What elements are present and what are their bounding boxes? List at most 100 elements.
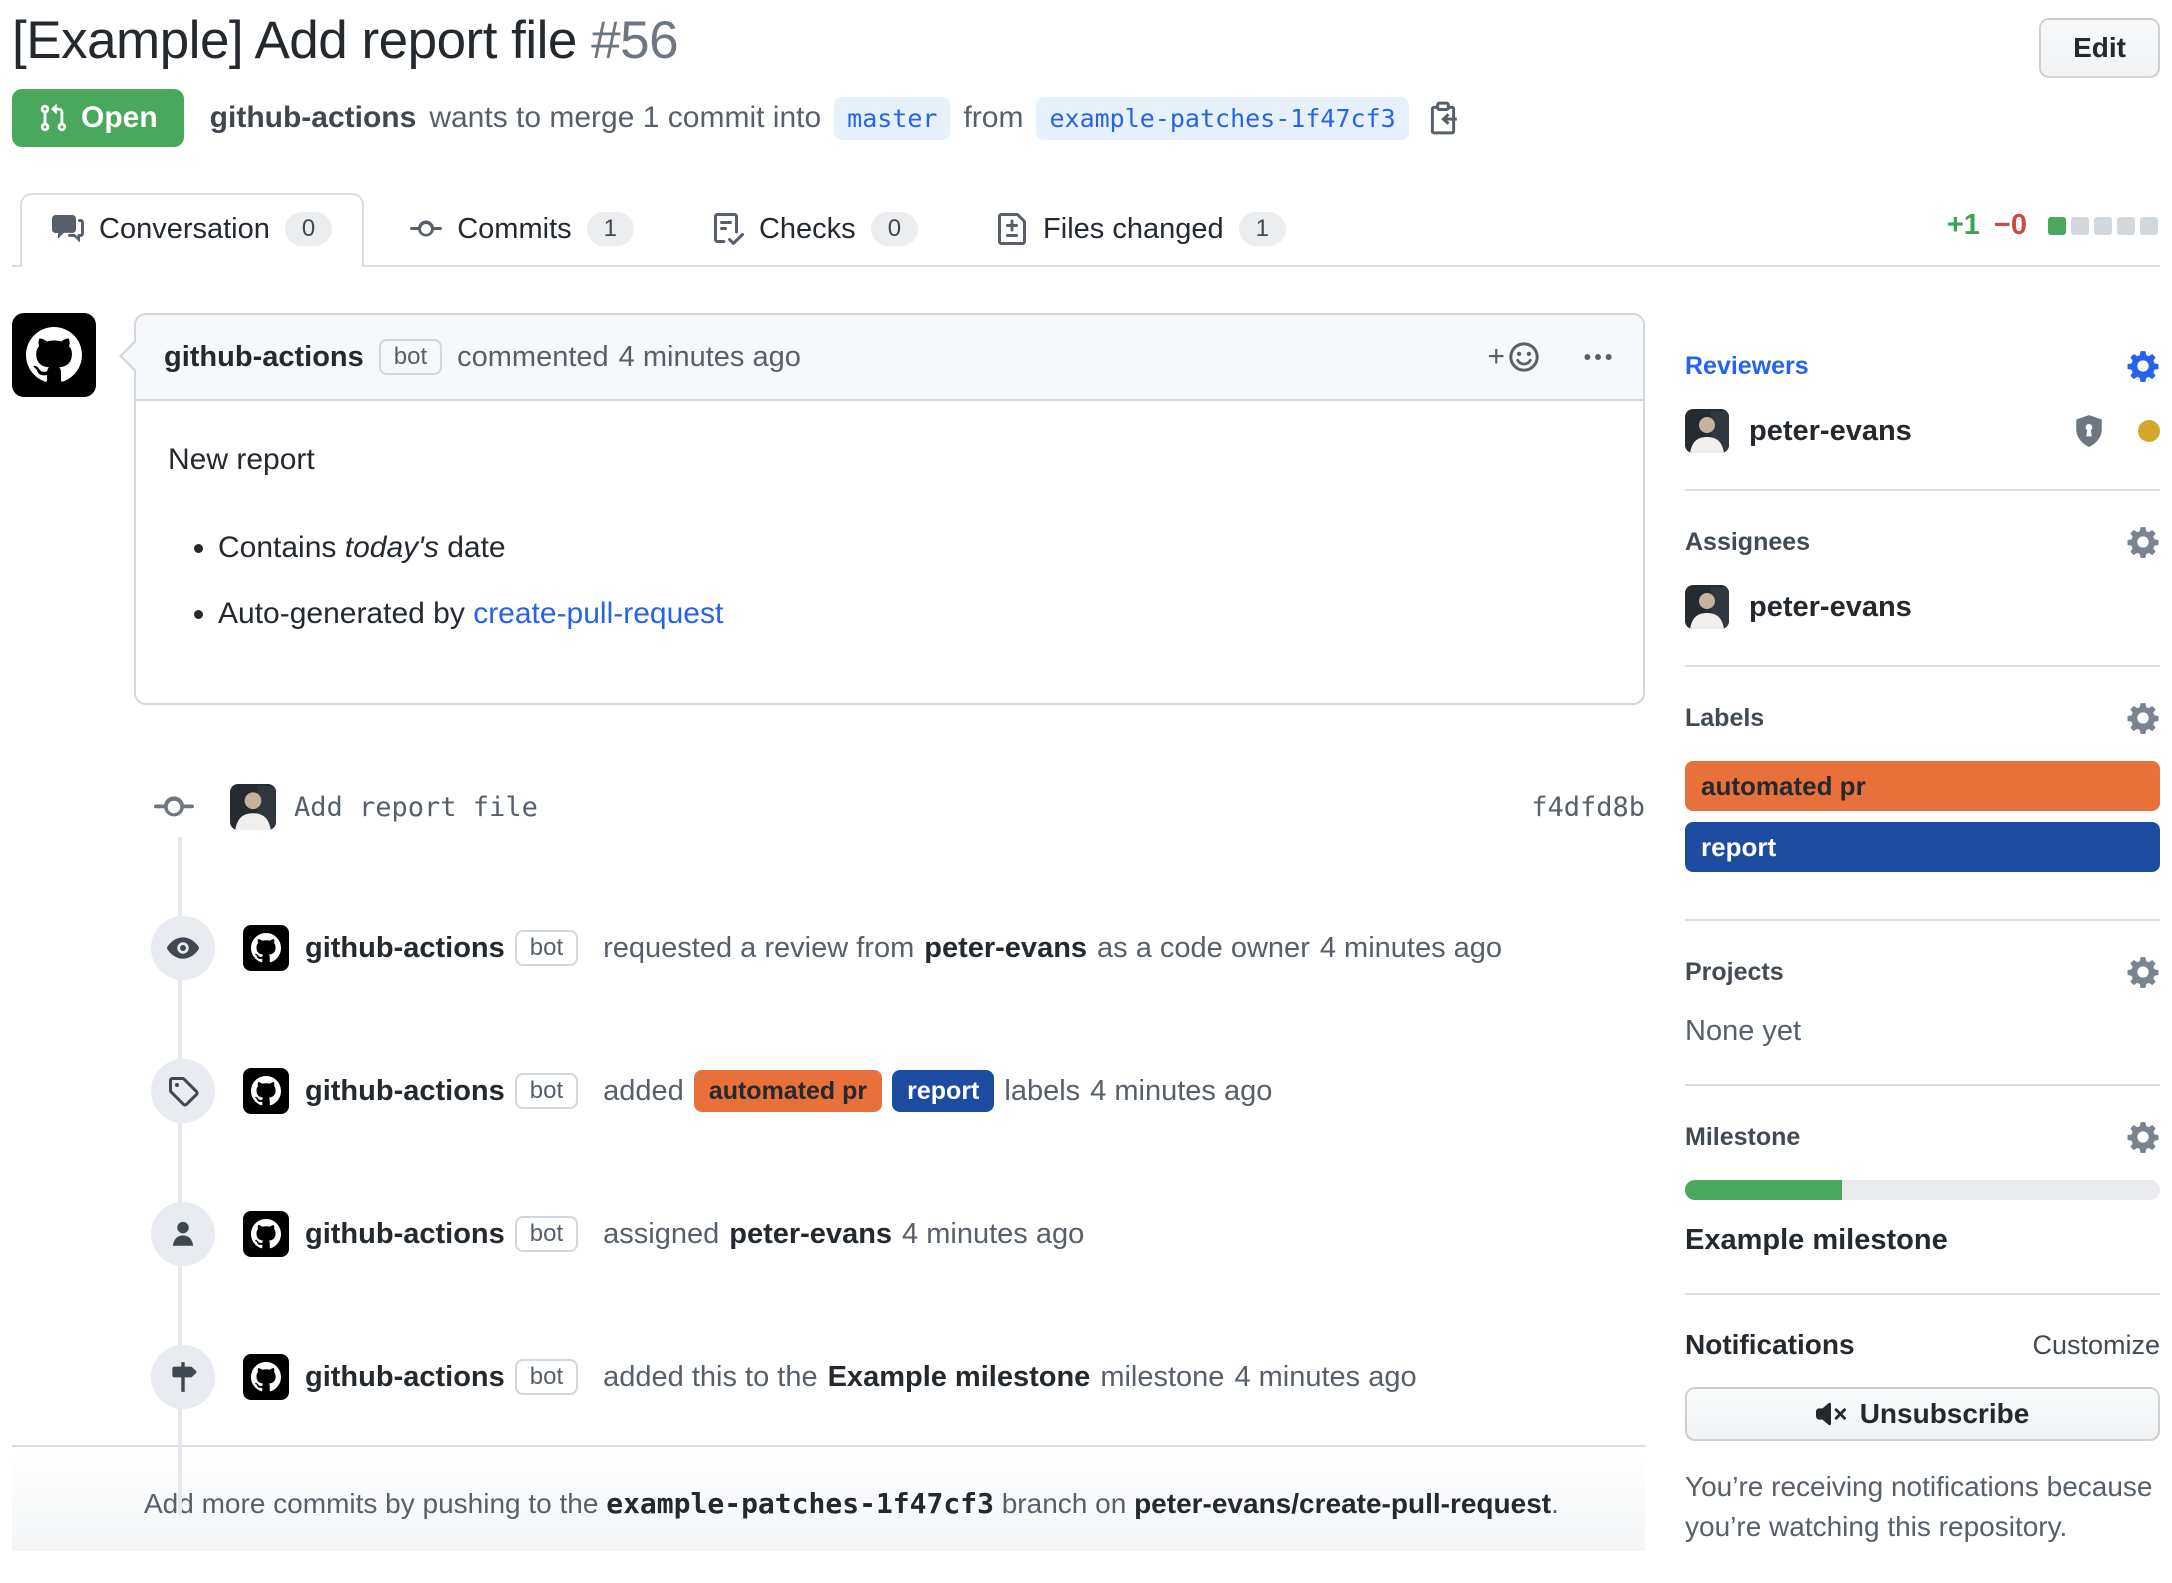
- reviewers-heading-row: Reviewers: [1685, 349, 2160, 383]
- assignees-section: Assignees peter-evans: [1685, 491, 2160, 667]
- event-timestamp[interactable]: 4 minutes ago: [1090, 1075, 1272, 1108]
- avatar[interactable]: [230, 784, 276, 830]
- event-subject[interactable]: peter-evans: [924, 932, 1087, 965]
- comment-bullet: Auto-generated by create-pull-request: [218, 593, 1611, 635]
- additions-count: +1: [1947, 209, 1980, 242]
- user-photo-icon: [1685, 409, 1729, 453]
- repo-name: peter-evans/create-pull-request: [1134, 1488, 1551, 1519]
- gear-icon[interactable]: [2126, 955, 2160, 989]
- merge-meta: github-actions wants to merge 1 commit i…: [210, 97, 1460, 140]
- avatar[interactable]: [243, 925, 289, 971]
- milestone-heading-row: Milestone: [1685, 1120, 2160, 1154]
- tab-bar: Conversation 0 Commits 1 Checks 0 Files …: [12, 193, 2160, 267]
- edit-button[interactable]: Edit: [2039, 18, 2160, 78]
- comment-author[interactable]: github-actions: [164, 341, 364, 374]
- avatar[interactable]: [12, 313, 96, 397]
- assignee-name[interactable]: peter-evans: [1749, 591, 1912, 624]
- bullet-text: Contains: [218, 531, 345, 564]
- create-pull-request-link[interactable]: create-pull-request: [473, 597, 723, 630]
- commit-row: Add report file f4dfd8b: [12, 777, 1645, 837]
- copy-branch-button[interactable]: [1426, 101, 1460, 135]
- smiley-icon: [1507, 340, 1541, 374]
- gear-icon[interactable]: [2126, 525, 2160, 559]
- user-photo-icon: [230, 784, 276, 830]
- event-actor[interactable]: github-actions: [305, 1361, 505, 1394]
- reviewers-section: Reviewers peter-evans: [1685, 313, 2160, 491]
- labels-heading: Labels: [1685, 704, 1764, 733]
- event-actor[interactable]: github-actions: [305, 932, 505, 965]
- pull-request-page: [Example] Add report file #56 Edit Open …: [0, 0, 2172, 1583]
- tab-commits[interactable]: Commits 1: [378, 193, 666, 265]
- milestone-name[interactable]: Example milestone: [1685, 1224, 2160, 1257]
- avatar[interactable]: [243, 1354, 289, 1400]
- label-automated-pr[interactable]: automated pr: [1685, 761, 2160, 811]
- reviewers-heading[interactable]: Reviewers: [1685, 352, 1809, 381]
- unsubscribe-button[interactable]: Unsubscribe: [1685, 1387, 2160, 1441]
- mute-icon: [1816, 1399, 1846, 1429]
- comment-header-actions: +: [1487, 340, 1615, 374]
- tab-conversation[interactable]: Conversation 0: [20, 193, 364, 267]
- octocat-icon: [251, 1219, 281, 1249]
- comment-options-button[interactable]: [1581, 340, 1615, 374]
- avatar[interactable]: [243, 1068, 289, 1114]
- labels-heading-row: Labels: [1685, 701, 2160, 735]
- event-actor[interactable]: github-actions: [305, 1218, 505, 1251]
- tag-icon: [151, 1059, 215, 1123]
- git-pull-request-icon: [38, 103, 68, 133]
- add-reaction-button[interactable]: +: [1487, 340, 1541, 374]
- comment-body: New report Contains today's date Auto-ge…: [136, 401, 1643, 703]
- open-status-label: Open: [81, 101, 158, 135]
- avatar[interactable]: [1685, 585, 1729, 629]
- notifications-heading: Notifications: [1685, 1329, 1855, 1361]
- event-timestamp[interactable]: 4 minutes ago: [902, 1218, 1084, 1251]
- event-actor[interactable]: github-actions: [305, 1075, 505, 1108]
- avatar[interactable]: [1685, 409, 1729, 453]
- label-automated-pr[interactable]: automated pr: [694, 1070, 882, 1112]
- event-timestamp[interactable]: 4 minutes ago: [1320, 932, 1502, 965]
- label-report[interactable]: report: [1685, 822, 2160, 872]
- commit-sha[interactable]: f4dfd8b: [1531, 792, 1645, 823]
- merge-action-text: wants to merge 1 commit into: [429, 101, 821, 135]
- unsubscribe-label: Unsubscribe: [1860, 1398, 2030, 1430]
- tab-count: 1: [587, 212, 634, 246]
- comment-action: commented: [457, 341, 609, 374]
- commit-message[interactable]: Add report file: [294, 792, 538, 823]
- diff-block-added: [2048, 217, 2066, 235]
- conversation-main: github-actions bot commented 4 minutes a…: [12, 313, 1645, 1583]
- base-branch-label[interactable]: master: [834, 97, 950, 140]
- comment-discussion-icon: [52, 213, 84, 245]
- event-subject[interactable]: Example milestone: [828, 1361, 1091, 1394]
- diff-blocks: [2043, 217, 2158, 235]
- avatar[interactable]: [243, 1211, 289, 1257]
- projects-heading: Projects: [1685, 958, 1784, 987]
- tab-files-changed[interactable]: Files changed 1: [964, 193, 1318, 265]
- pr-number: #56: [591, 11, 678, 70]
- gear-icon[interactable]: [2126, 1120, 2160, 1154]
- assignee-row: peter-evans: [1685, 585, 2160, 629]
- diff-block-neutral: [2094, 217, 2112, 235]
- event-timestamp[interactable]: 4 minutes ago: [1234, 1361, 1416, 1394]
- title-row: [Example] Add report file #56 Edit: [12, 10, 2160, 71]
- gear-icon[interactable]: [2126, 701, 2160, 735]
- bullet-text: date: [439, 531, 506, 564]
- tab-checks[interactable]: Checks 0: [680, 193, 950, 265]
- push-instructions: Add more commits by pushing to the examp…: [12, 1445, 1645, 1551]
- from-word: from: [963, 101, 1023, 135]
- reviewer-name[interactable]: peter-evans: [1749, 415, 1912, 448]
- customize-link[interactable]: Customize: [2032, 1330, 2160, 1361]
- label-report[interactable]: report: [892, 1070, 994, 1112]
- tab-count: 0: [871, 212, 918, 246]
- pr-author[interactable]: github-actions: [210, 101, 417, 135]
- event-detail: milestone: [1100, 1361, 1224, 1394]
- event-subject[interactable]: peter-evans: [729, 1218, 892, 1251]
- head-branch-label[interactable]: example-patches-1f47cf3: [1036, 97, 1408, 140]
- gear-icon[interactable]: [2126, 349, 2160, 383]
- notifications-note: You’re receiving notifications because y…: [1685, 1467, 2160, 1547]
- checklist-icon: [712, 213, 744, 245]
- timeline-event-review-requested: github-actions bot requested a review fr…: [12, 916, 1645, 980]
- octocat-icon: [251, 933, 281, 963]
- comment-timestamp[interactable]: 4 minutes ago: [619, 341, 801, 374]
- milestone-heading: Milestone: [1685, 1123, 1800, 1152]
- tab-label: Commits: [457, 213, 571, 246]
- octocat-icon: [26, 327, 82, 383]
